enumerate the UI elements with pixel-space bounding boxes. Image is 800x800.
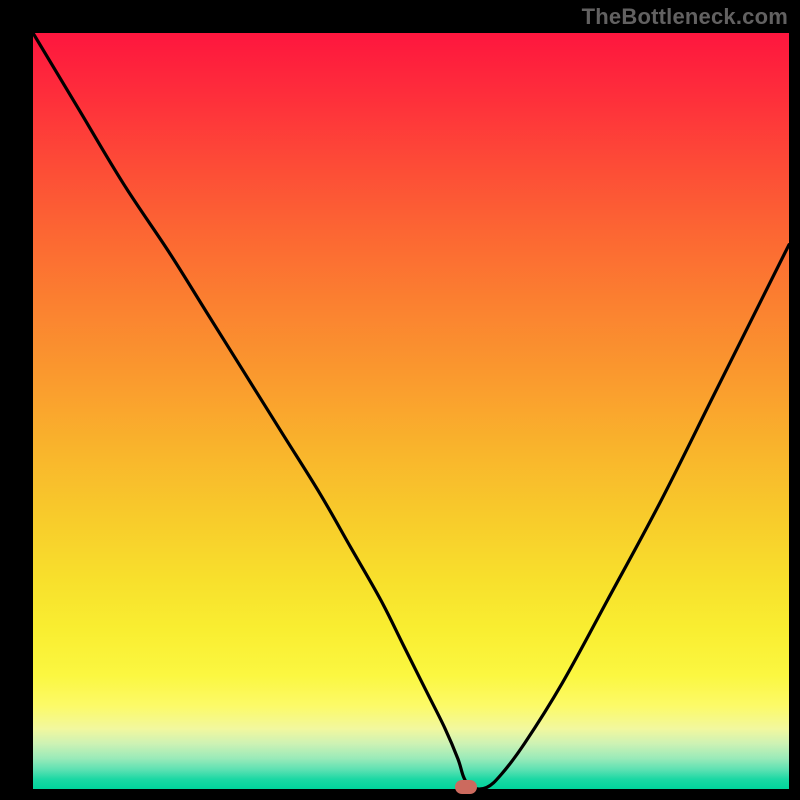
attribution-text: TheBottleneck.com [582,4,788,30]
chart-frame: TheBottleneck.com [0,0,800,800]
optimum-marker [455,780,477,794]
plot-area [33,33,789,789]
bottleneck-curve [33,33,789,789]
